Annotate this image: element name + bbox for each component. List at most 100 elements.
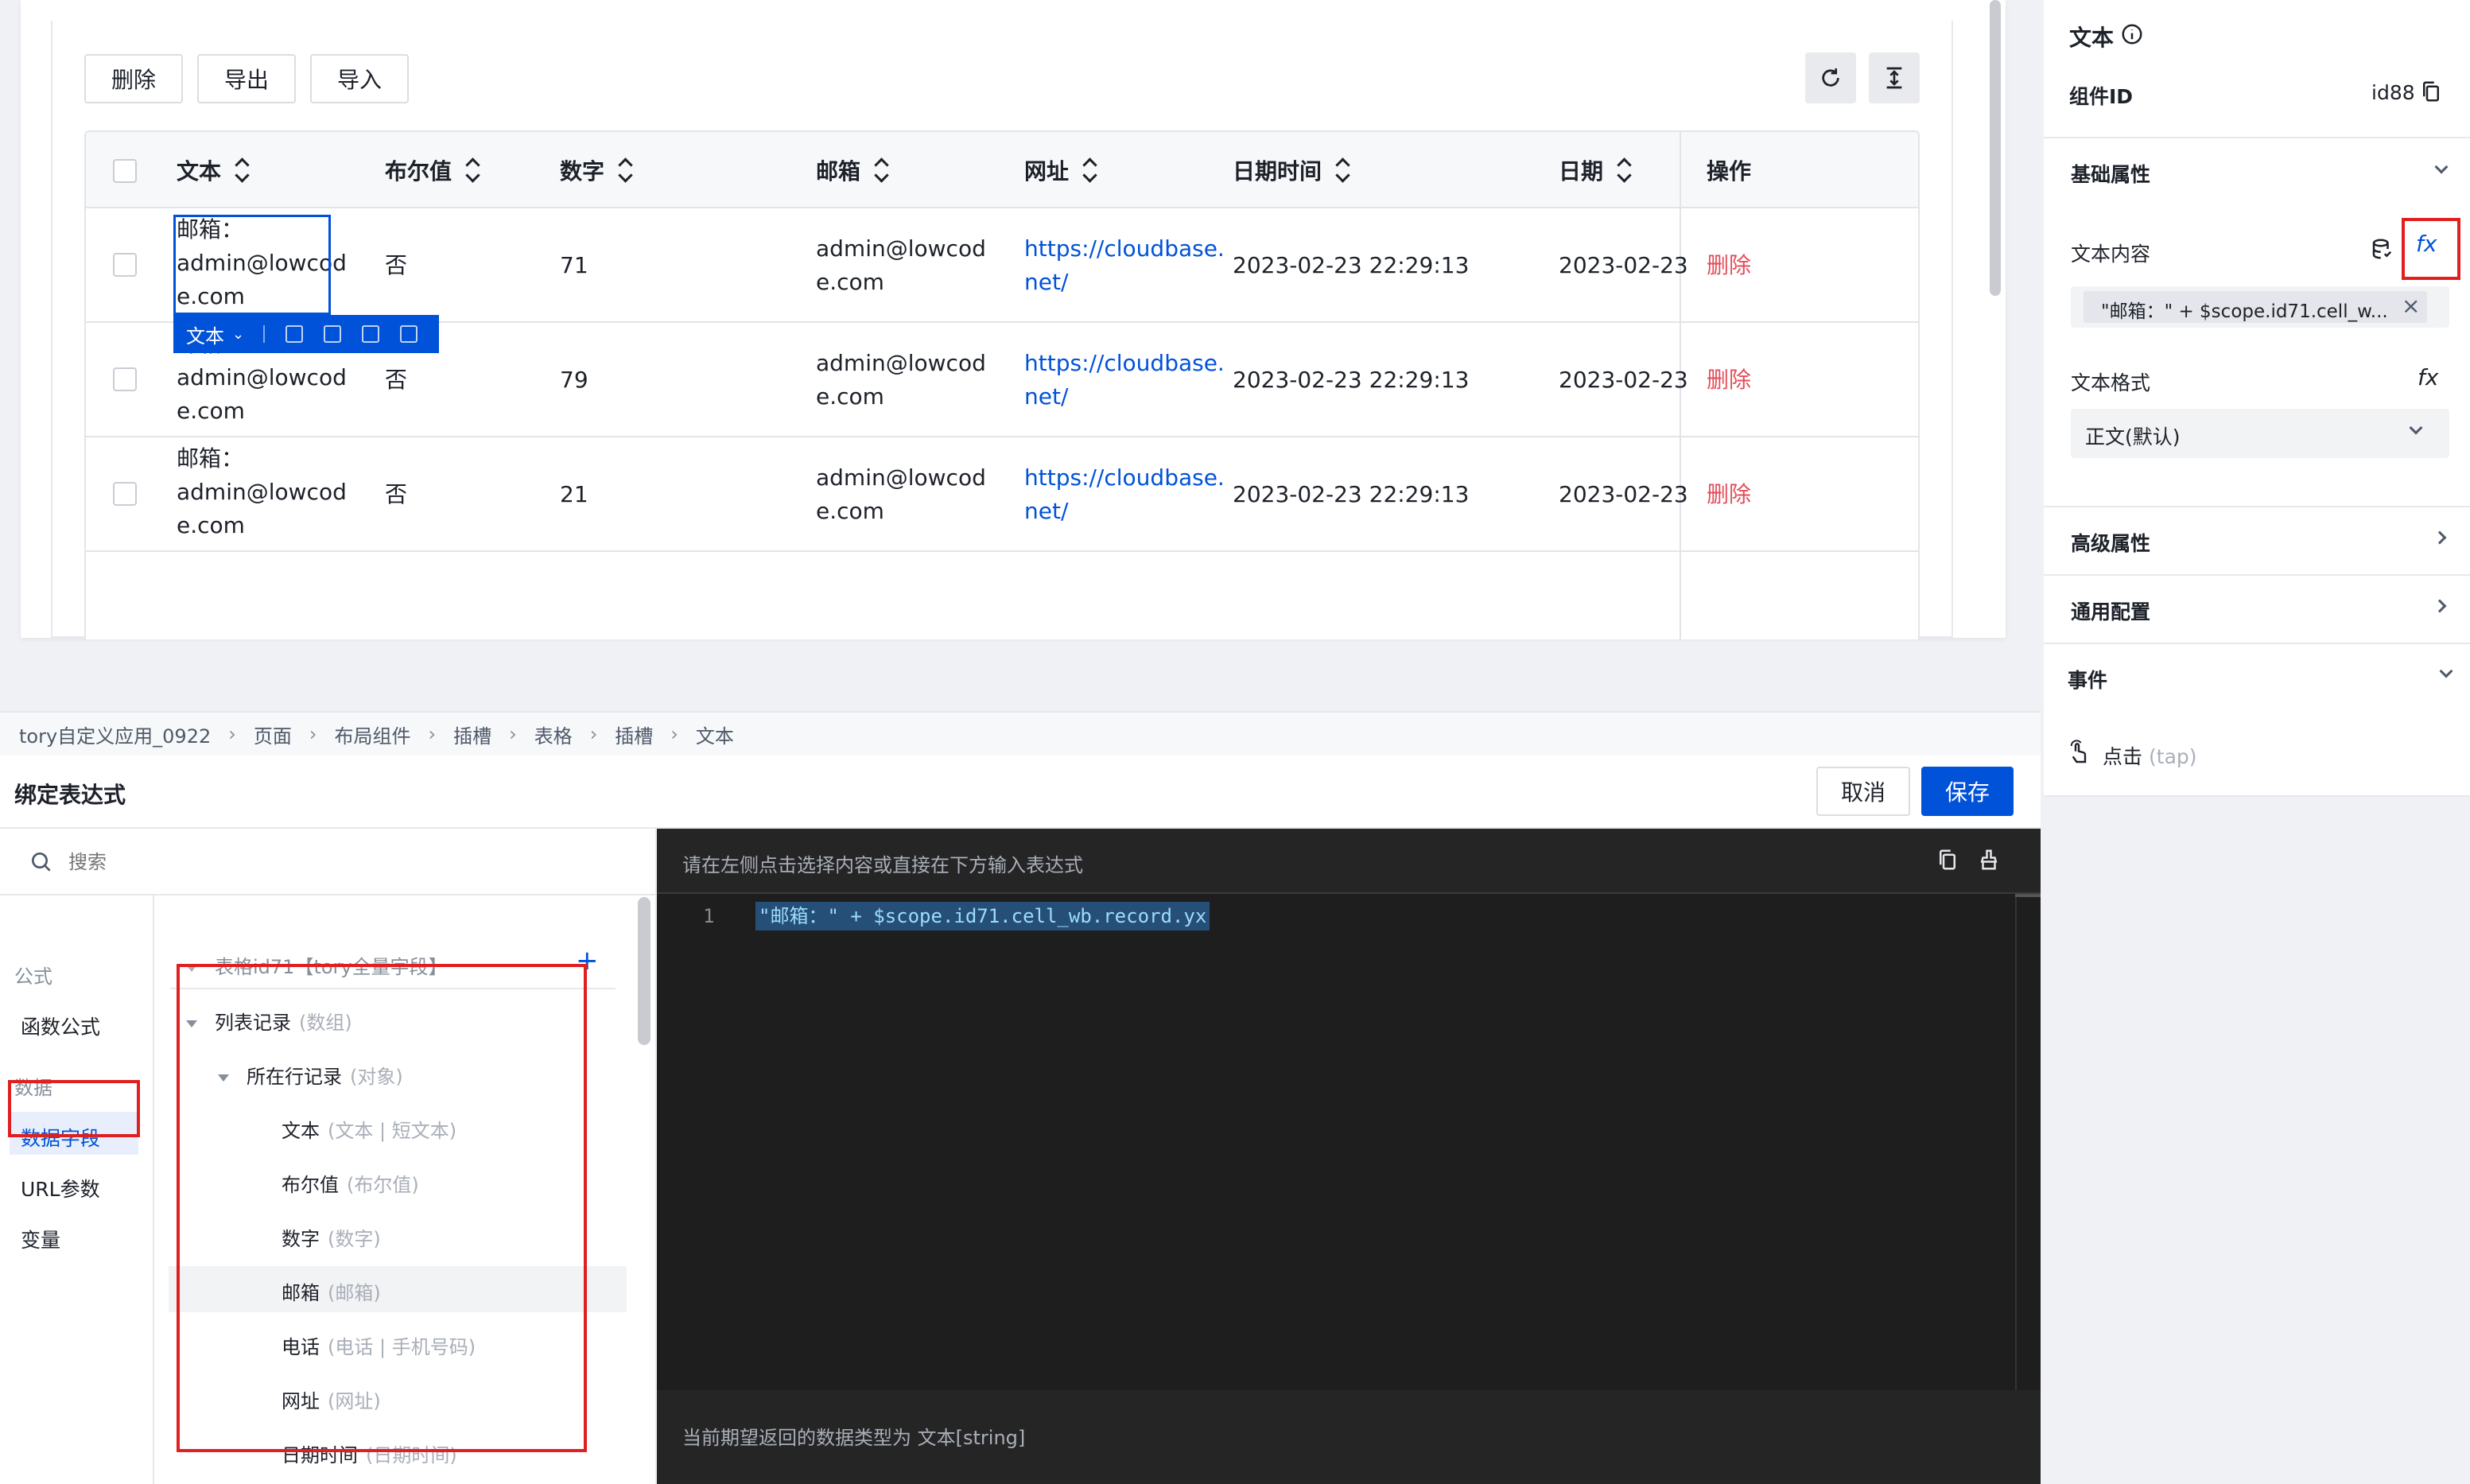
row-height-button[interactable] [1869,52,1920,103]
refresh-button[interactable] [1805,52,1856,103]
divider [2044,643,2470,644]
chevron-right-icon: › [509,723,517,745]
expression-tag[interactable]: "邮箱：" + $scope.id71.cell_w... × [2084,291,2427,323]
cell-url[interactable]: https://cloudbase. net/ [1024,461,1225,528]
cell-number: 21 [560,481,588,507]
cell-datetime: 2023-02-23 22:29:13 [1233,481,1470,507]
chevron-right-icon: › [428,723,437,745]
code-editor: 请在左侧点击选择内容或直接在下方输入表达式 1 "邮箱：" + $scope.i… [657,829,2041,1484]
breadcrumb-item[interactable]: 页面 [254,721,292,748]
component-id-label: 组件ID [2069,85,2134,108]
data-table: 文本 布尔值 数字 邮箱 网址 日期时间 日期 操作 邮箱： admin@lowc… [84,130,1920,639]
nav-variables[interactable]: 变量 [21,1225,60,1253]
cell-url[interactable]: https://cloudbase. net/ [1024,347,1225,414]
common-config-header[interactable]: 通用配置 [2071,596,2150,625]
header-bool[interactable]: 布尔值 [385,132,480,208]
tap-icon [2070,740,2087,763]
sort-icon[interactable] [1336,158,1350,182]
header-email[interactable]: 邮箱 [816,132,889,208]
copy-icon[interactable] [1936,848,1959,872]
editor-scrollbar-track[interactable] [2015,894,2041,1419]
text-format-select[interactable]: 正文(默认) [2071,409,2449,458]
save-icon[interactable] [324,325,342,343]
table-row: 邮箱： admin@lowcod e.com 否 71 admin@lowcod e.… [86,208,1918,323]
sort-icon[interactable] [466,158,480,182]
breadcrumb-item[interactable]: 文本 [696,721,734,748]
expression-header: 绑定表达式 取消 保存 [0,756,2041,829]
export-button[interactable]: 导出 [197,54,296,103]
cancel-button[interactable]: 取消 [1816,767,1910,816]
basic-properties-header[interactable]: 基础属性 [2071,159,2150,188]
component-toolbar[interactable]: 文本 ⌄ [173,315,439,353]
breadcrumb-item[interactable]: 插槽 [453,721,491,748]
highlight-fx-button [2402,218,2460,280]
sort-icon[interactable] [235,158,250,182]
header-text[interactable]: 文本 [177,132,250,208]
clear-brush-icon[interactable] [1977,848,2001,872]
sort-icon[interactable] [875,158,889,182]
cell-text[interactable]: 邮箱：admin@lowcode.com [177,442,347,542]
sort-icon[interactable] [1083,158,1097,182]
select-all-checkbox[interactable] [113,159,137,183]
selected-component-outline[interactable] [173,215,331,315]
canvas-scrollbar[interactable] [1990,0,2001,296]
vertical-expand-icon [1886,67,1902,89]
component-title: 文本 [2069,25,2115,51]
delete-button[interactable]: 删除 [84,54,183,103]
cell-url[interactable]: https://cloudbase. net/ [1024,232,1225,299]
chevron-right-icon: › [670,723,678,745]
breadcrumb-item[interactable]: 插槽 [615,721,653,748]
cell-datetime: 2023-02-23 22:29:13 [1233,367,1470,393]
sort-icon[interactable] [619,158,633,182]
copy-icon[interactable] [362,325,380,343]
copy-icon[interactable] [2419,80,2443,103]
nav-group-formula: 公式 [14,965,52,988]
search-icon [32,853,51,872]
row-delete-link[interactable]: 删除 [1707,249,1751,282]
table-row: 邮箱： admin@lowcod e.com 否 21 admin@lowcod e.… [86,437,1918,552]
editor-scroll-indicator [2015,894,2041,897]
row-delete-link[interactable]: 删除 [1707,363,1751,397]
row-delete-link[interactable]: 删除 [1707,478,1751,511]
edit-icon[interactable] [285,325,304,343]
import-button[interactable]: 导入 [310,54,409,103]
advanced-properties-header[interactable]: 高级属性 [2071,528,2150,557]
header-url[interactable]: 网址 [1024,132,1097,208]
close-icon[interactable]: × [2402,293,2420,319]
expression-code[interactable]: "邮箱：" + $scope.id71.cell_wb.record.yx [755,902,1210,930]
editor-footer: 当前期望返回的数据类型为 文本[string] [657,1390,2041,1484]
breadcrumb-item[interactable]: tory自定义应用_0922 [19,721,211,748]
info-icon[interactable] [2120,22,2144,46]
component-type-label[interactable]: 文本 [186,320,224,348]
cell-bool: 否 [385,481,408,507]
cell-date: 2023-02-23 [1559,367,1688,393]
header-number[interactable]: 数字 [560,132,633,208]
row-checkbox[interactable] [113,367,137,391]
save-button[interactable]: 保存 [1921,767,2014,816]
row-checkbox[interactable] [113,253,137,277]
cell-bool: 否 [385,367,408,393]
breadcrumb-item[interactable]: 布局组件 [334,721,410,748]
fx-icon[interactable]: fx [2418,364,2438,390]
cell-bool: 否 [385,252,408,278]
cell-datetime: 2023-02-23 22:29:13 [1233,252,1470,278]
sort-icon[interactable] [1618,158,1632,182]
nav-url-params[interactable]: URL参数 [21,1174,100,1202]
event-click-item[interactable]: 点击 (tap) [2103,741,2197,770]
database-icon[interactable] [2370,237,2394,261]
breadcrumb-item[interactable]: 表格 [534,721,573,748]
text-content-field[interactable]: "邮箱：" + $scope.id71.cell_w... × [2071,286,2449,328]
nav-function-formula[interactable]: 函数公式 [21,1012,100,1040]
header-datetime[interactable]: 日期时间 [1233,132,1350,208]
search-input[interactable] [68,843,625,881]
header-actions: 操作 [1707,158,1752,185]
chevron-down-icon[interactable] [2409,421,2423,435]
header-date[interactable]: 日期 [1559,132,1632,208]
category-nav: 公式 函数公式 数据 数据字段 URL参数 变量 [0,895,154,1484]
chevron-down-icon[interactable]: ⌄ [232,326,244,343]
row-checkbox[interactable] [113,482,137,506]
trash-icon[interactable] [400,325,418,343]
events-header[interactable]: 事件 [2068,665,2107,693]
editor-hint: 请在左侧点击选择内容或直接在下方输入表达式 [682,854,1083,876]
tree-scrollbar[interactable] [638,897,651,1045]
